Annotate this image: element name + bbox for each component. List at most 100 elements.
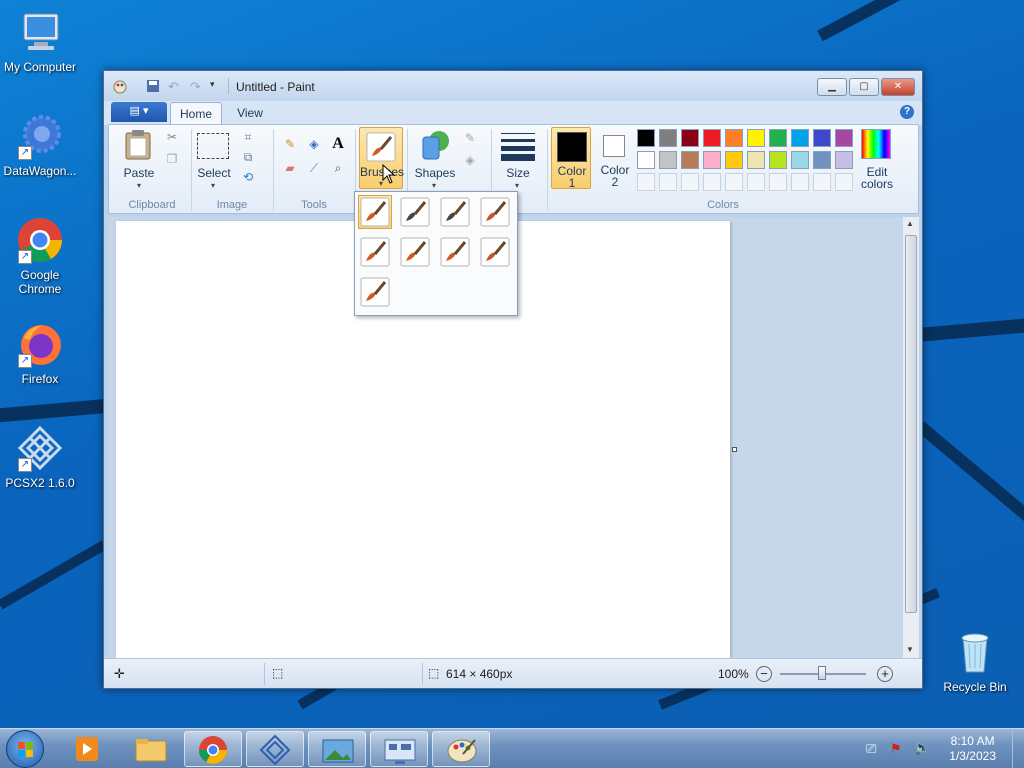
maximize-button[interactable]: ▢ (849, 78, 879, 96)
help-icon[interactable]: ? (900, 105, 914, 119)
taskbar-explorer[interactable] (122, 731, 180, 767)
brush-option-7[interactable] (438, 235, 472, 269)
scroll-up-icon[interactable]: ▲ (906, 219, 914, 228)
paste-icon[interactable] (123, 129, 153, 161)
pencil-icon[interactable]: ✎ (281, 135, 299, 153)
select-icon[interactable] (197, 133, 229, 159)
size-dropdown-icon[interactable]: ▾ (515, 181, 519, 190)
palette-swatch[interactable] (835, 129, 853, 147)
palette-swatch[interactable] (659, 151, 677, 169)
palette-swatch[interactable] (703, 129, 721, 147)
palette-swatch[interactable] (791, 151, 809, 169)
fill-style-icon[interactable]: ◈ (461, 151, 479, 169)
desktop-icon-datawagon[interactable]: ↗ DataWagon... (0, 112, 80, 178)
magnifier-icon[interactable]: ⌕ (329, 159, 347, 177)
save-icon[interactable] (146, 79, 160, 93)
palette-swatch[interactable] (725, 151, 743, 169)
crop-icon[interactable]: ⌗ (239, 128, 257, 146)
palette-custom-slot[interactable] (813, 173, 831, 191)
taskbar-photo-viewer[interactable] (308, 731, 366, 767)
brush-option-9[interactable] (358, 275, 392, 309)
taskbar-media-player[interactable] (58, 731, 116, 767)
desktop-icon-my-computer[interactable]: My Computer (0, 8, 80, 74)
paint-menu-button[interactable]: ▤ ▾ (111, 102, 167, 122)
edit-colors-icon[interactable] (861, 129, 891, 159)
palette-custom-slot[interactable] (681, 173, 699, 191)
brushes-button[interactable]: Brushes ▾ (359, 127, 404, 189)
desktop-icon-firefox[interactable]: ↗ Firefox (0, 320, 80, 386)
title-bar[interactable]: ↶ ↷ ▾ Untitled - Paint ▁ ▢ ✕ (104, 71, 922, 101)
volume-icon[interactable]: 🔈 (914, 740, 930, 756)
close-button[interactable]: ✕ (881, 78, 915, 96)
taskbar-pcsx2[interactable] (246, 731, 304, 767)
palette-custom-slot[interactable] (747, 173, 765, 191)
cut-icon[interactable]: ✂ (163, 128, 181, 146)
show-desktop-button[interactable] (1012, 729, 1024, 768)
palette-swatch[interactable] (791, 129, 809, 147)
shapes-icon[interactable] (419, 129, 453, 161)
brush-option-3[interactable] (438, 195, 472, 229)
taskbar-chrome[interactable] (184, 731, 242, 767)
network-icon[interactable]: ⎚ (866, 741, 876, 757)
brush-option-1[interactable] (358, 195, 392, 229)
brush-option-8[interactable] (478, 235, 512, 269)
start-button[interactable] (6, 730, 44, 768)
scrollbar-thumb[interactable] (905, 235, 917, 613)
palette-swatch[interactable] (747, 129, 765, 147)
palette-swatch[interactable] (725, 129, 743, 147)
shapes-dropdown-icon[interactable]: ▾ (432, 181, 436, 190)
palette-swatch[interactable] (747, 151, 765, 169)
palette-custom-slot[interactable] (791, 173, 809, 191)
palette-swatch[interactable] (637, 151, 655, 169)
brush-option-6[interactable] (398, 235, 432, 269)
taskbar-remote-desktop[interactable] (370, 731, 428, 767)
palette-custom-slot[interactable] (703, 173, 721, 191)
canvas-resize-handle[interactable] (732, 447, 737, 452)
palette-custom-slot[interactable] (835, 173, 853, 191)
palette-swatch[interactable] (637, 129, 655, 147)
color1-button[interactable]: Color 1 (551, 127, 591, 189)
palette-custom-slot[interactable] (725, 173, 743, 191)
color-picker-icon[interactable]: ⟋ (305, 159, 323, 177)
palette-custom-slot[interactable] (769, 173, 787, 191)
palette-custom-slot[interactable] (637, 173, 655, 191)
text-tool-icon[interactable]: A (329, 135, 347, 153)
taskbar-paint[interactable] (432, 731, 490, 767)
palette-custom-slot[interactable] (659, 173, 677, 191)
customize-toolbar-chevron-icon[interactable]: ▾ (210, 79, 224, 93)
palette-swatch[interactable] (659, 129, 677, 147)
rotate-icon[interactable]: ⟲ (239, 168, 257, 186)
size-icon[interactable] (501, 131, 535, 161)
brush-option-4[interactable] (478, 195, 512, 229)
eraser-icon[interactable]: ▰ (281, 159, 299, 177)
zoom-in-button[interactable]: + (877, 666, 893, 682)
zoom-out-button[interactable]: − (756, 666, 772, 682)
select-dropdown-icon[interactable]: ▾ (211, 181, 215, 190)
undo-icon[interactable]: ↶ (168, 79, 182, 94)
zoom-slider-thumb[interactable] (818, 666, 826, 680)
action-center-flag-icon[interactable]: ⚑ (890, 741, 902, 757)
tab-view[interactable]: View (228, 102, 272, 125)
fill-icon[interactable]: ◈ (305, 135, 323, 153)
brush-option-5[interactable] (358, 235, 392, 269)
paste-dropdown-icon[interactable]: ▾ (137, 181, 141, 190)
scroll-down-icon[interactable]: ▼ (906, 645, 914, 654)
paint-app-icon[interactable] (112, 79, 127, 94)
outline-icon[interactable]: ✎ (461, 129, 479, 147)
desktop-icon-chrome[interactable]: ↗ Google Chrome (0, 216, 80, 296)
copy-icon[interactable]: ❐ (163, 150, 181, 168)
palette-swatch[interactable] (703, 151, 721, 169)
size-button[interactable]: Size (495, 166, 541, 180)
palette-swatch[interactable] (681, 129, 699, 147)
vertical-scrollbar[interactable]: ▲ ▼ (903, 217, 919, 658)
brush-option-2[interactable] (398, 195, 432, 229)
paste-button[interactable]: Paste (119, 166, 159, 180)
palette-swatch[interactable] (769, 151, 787, 169)
palette-swatch[interactable] (769, 129, 787, 147)
palette-swatch[interactable] (835, 151, 853, 169)
desktop-icon-recycle-bin[interactable]: Recycle Bin (935, 628, 1015, 694)
minimize-button[interactable]: ▁ (817, 78, 847, 96)
palette-swatch[interactable] (681, 151, 699, 169)
system-clock[interactable]: 8:10 AM 1/3/2023 (949, 734, 996, 764)
palette-swatch[interactable] (813, 151, 831, 169)
